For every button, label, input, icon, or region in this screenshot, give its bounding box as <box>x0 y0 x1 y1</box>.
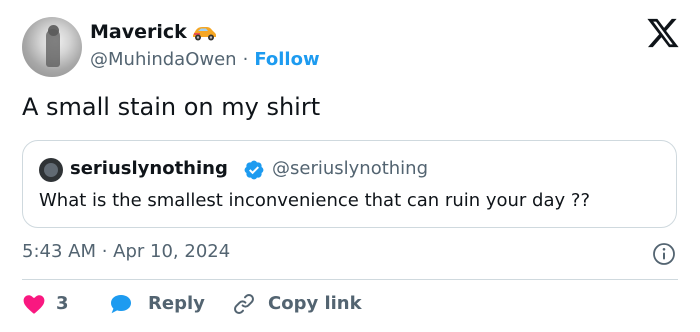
divider <box>22 279 678 280</box>
author-handle-row: @MuhindaOwen · Follow <box>90 46 320 74</box>
avatar-figure-body <box>46 29 60 67</box>
heart-icon <box>23 295 45 314</box>
verified-badge-icon <box>244 160 264 180</box>
author-name-row[interactable]: Maverick <box>90 18 218 46</box>
tweet-timestamp[interactable]: 5:43 AM · Apr 10, 2024 <box>22 238 230 266</box>
reply-button[interactable]: Reply <box>108 288 205 320</box>
copy-link-label: Copy link <box>268 293 362 314</box>
quoted-author-handle[interactable]: @seriuslynothing <box>272 155 428 183</box>
quoted-author-name[interactable]: seriuslynothing <box>70 155 228 183</box>
link-icon <box>234 294 254 314</box>
quoted-avatar-image <box>44 163 58 177</box>
info-icon[interactable] <box>652 242 676 266</box>
speech-bubble-icon <box>111 295 131 314</box>
race-car-icon <box>192 27 216 41</box>
quoted-tweet-text: What is the smallest inconvenience that … <box>39 190 590 211</box>
copy-link-button[interactable]: Copy link <box>232 288 362 320</box>
separator-dot: · <box>242 49 249 70</box>
like-button[interactable]: 3 <box>22 288 69 320</box>
author-name[interactable]: Maverick <box>90 18 187 46</box>
x-logo-icon[interactable] <box>646 17 680 49</box>
quoted-avatar[interactable] <box>39 158 63 182</box>
like-count: 3 <box>56 293 69 314</box>
follow-button[interactable]: Follow <box>254 49 319 70</box>
tweet-text: A small stain on my shirt <box>22 93 321 121</box>
author-handle[interactable]: @MuhindaOwen <box>90 49 237 70</box>
author-avatar[interactable] <box>22 17 82 77</box>
reply-label: Reply <box>148 293 205 314</box>
quoted-tweet-card[interactable]: seriuslynothing @seriuslynothing What is… <box>22 140 677 228</box>
